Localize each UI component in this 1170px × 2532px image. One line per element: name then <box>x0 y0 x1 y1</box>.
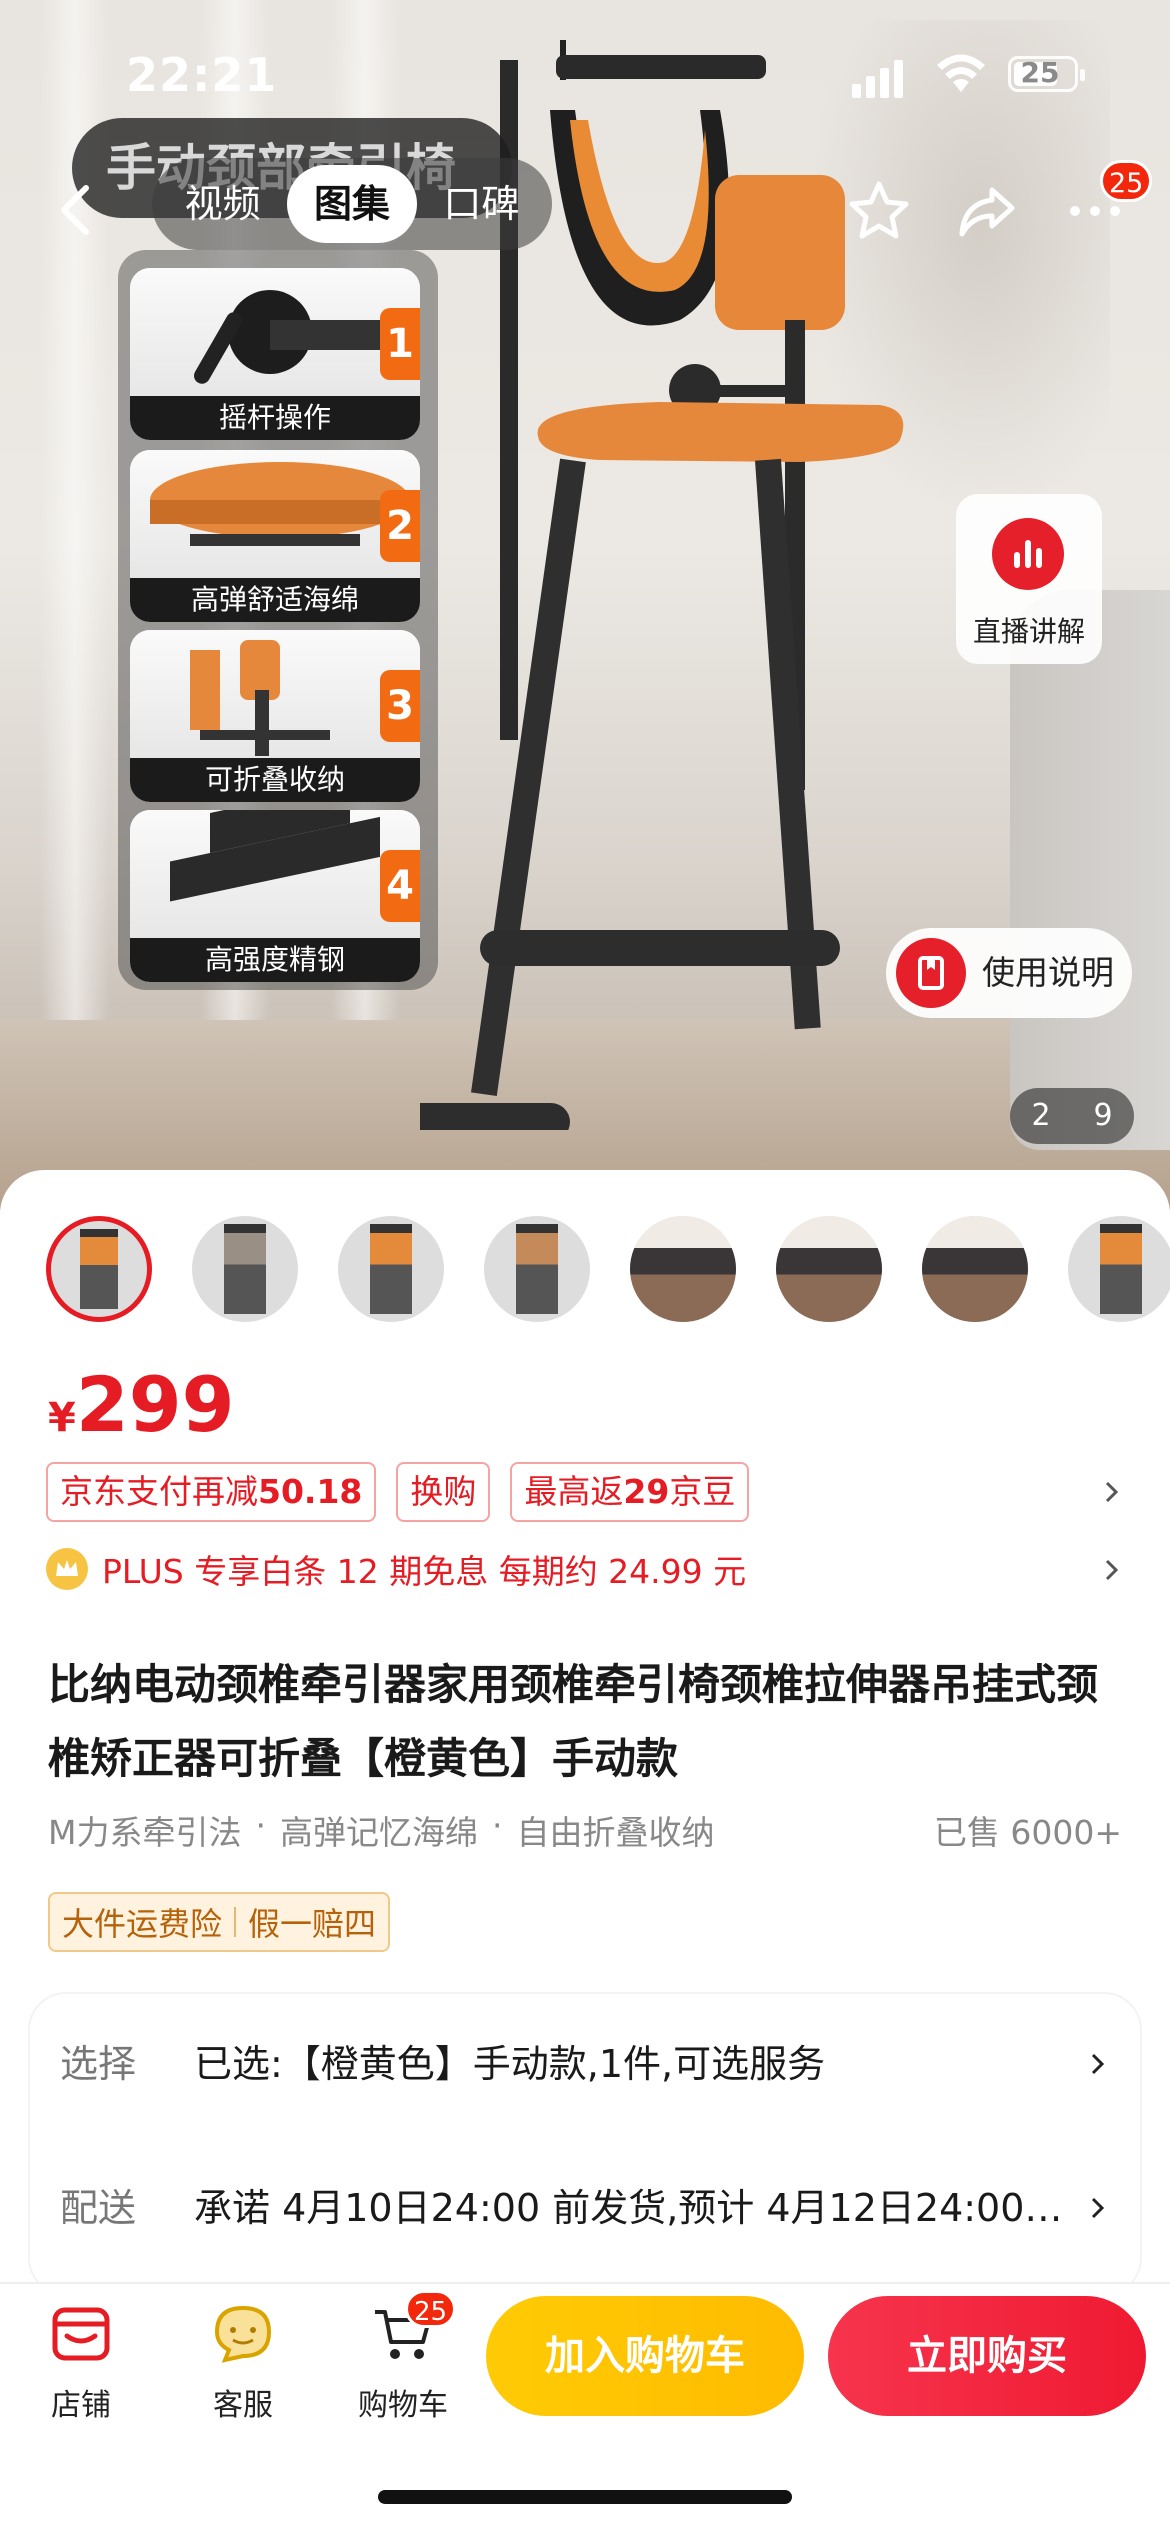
feature-label: 高弹舒适海绵 <box>130 578 420 622</box>
highlight: 自由折叠收纳 <box>516 1813 715 1852</box>
star-favorite-icon[interactable] <box>844 176 914 246</box>
live-explain-button[interactable]: 直播讲解 <box>956 494 1102 664</box>
option-value: 已选:【橙黄色】手动款,1件,可选服务 <box>194 2042 826 2086</box>
plus-installment[interactable]: PLUS 专享白条 12 期免息 每期约 24.99 元 <box>46 1540 746 1598</box>
pager-total: 9 <box>1093 1098 1113 1133</box>
share-icon[interactable] <box>952 176 1022 246</box>
variant-thumb[interactable] <box>484 1216 590 1322</box>
variant-thumb[interactable] <box>192 1216 298 1322</box>
manual-label: 使用说明 <box>982 953 1114 992</box>
variant-thumb[interactable] <box>776 1216 882 1322</box>
signal-icon <box>852 58 903 98</box>
promo-jd-pay[interactable]: 京东支付再减50.18 <box>46 1462 377 1522</box>
variant-thumb[interactable] <box>46 1216 152 1322</box>
home-indicator <box>378 2490 792 2504</box>
chevron-right-icon[interactable] <box>1100 1480 1124 1504</box>
feature-card: 4 高强度精钢 <box>130 810 420 982</box>
promo-value: 50.18 <box>258 1472 363 1511</box>
feature-label: 摇杆操作 <box>130 396 420 440</box>
cart-badge: 25 <box>405 2290 457 2328</box>
store-icon <box>52 2307 110 2361</box>
plus-text: PLUS 专享白条 12 期免息 每期约 24.99 元 <box>102 1552 747 1591</box>
promo-swap[interactable]: 换购 <box>396 1462 491 1522</box>
pager-current: 2 <box>1031 1098 1051 1133</box>
feature-image-folding <box>130 630 420 758</box>
variant-thumb[interactable] <box>1068 1216 1170 1322</box>
status-time: 22:21 <box>126 48 278 102</box>
image-pager: 2 9 <box>1010 1088 1134 1144</box>
media-tabs: 视频 图集 口碑 <box>152 158 552 250</box>
customer-service-button[interactable]: 客服 <box>178 2302 308 2424</box>
product-image-gallery[interactable]: 22:21 25 手动颈部牵引椅 视频 图集 口碑 25 <box>0 0 1170 1210</box>
feature-number: 1 <box>380 308 420 380</box>
variant-thumb[interactable] <box>922 1216 1028 1322</box>
chevron-right-icon[interactable] <box>1100 1558 1124 1582</box>
feature-label: 高强度精钢 <box>130 938 420 982</box>
manual-book-icon <box>896 938 966 1008</box>
tab-reviews[interactable]: 口碑 <box>417 165 546 243</box>
live-bars-icon <box>992 518 1064 590</box>
battery-icon: 25 <box>1008 56 1085 92</box>
feature-number: 2 <box>380 490 420 562</box>
option-key: 配送 <box>60 2186 137 2230</box>
feature-card: 2 高弹舒适海绵 <box>130 450 420 622</box>
wifi-icon <box>937 54 985 92</box>
price-currency: ¥ <box>48 1395 76 1441</box>
price-amount: 299 <box>75 1360 235 1449</box>
service-label: 客服 <box>213 2388 273 2423</box>
cart-label: 购物车 <box>358 2388 448 2423</box>
feature-label: 可折叠收纳 <box>130 758 420 802</box>
promo-bean[interactable]: 最高返29京豆 <box>510 1462 750 1522</box>
highlight: M力系牵引法 <box>48 1813 242 1852</box>
service-tags: 大件运费险 假一赔四 <box>48 1892 391 1952</box>
store-label: 店铺 <box>51 2388 111 2423</box>
delivery-row[interactable]: 配送 承诺 4月10日24:00 前发货,预计 4月12日24:00前送达 <box>30 2178 1140 2238</box>
battery-level: 25 <box>1020 56 1060 89</box>
status-bar: 22:21 25 <box>0 48 1170 108</box>
store-button[interactable]: 店铺 <box>16 2302 146 2424</box>
feature-number: 4 <box>380 850 420 922</box>
promo-text: 京东支付再减 <box>60 1472 258 1511</box>
message-badge: 25 <box>1100 160 1153 202</box>
chevron-right-icon <box>1091 2197 1105 2219</box>
feature-image-steel <box>130 810 420 938</box>
tag-fake-compensate: 假一赔四 <box>248 1905 377 1943</box>
variant-thumb[interactable] <box>338 1216 444 1322</box>
feature-image-crank <box>130 268 420 396</box>
price: ¥299 <box>48 1360 235 1449</box>
customer-service-icon <box>214 2305 272 2363</box>
highlight: 高弹记忆海绵 <box>279 1813 478 1852</box>
add-to-cart-button[interactable]: 加入购物车 <box>486 2296 804 2416</box>
tab-video[interactable]: 视频 <box>158 165 287 243</box>
crown-icon <box>46 1548 88 1590</box>
option-value: 承诺 4月10日24:00 前发货,预计 4月12日24:00前送达 <box>194 2186 1074 2230</box>
sofa <box>1010 590 1170 1150</box>
tab-gallery[interactable]: 图集 <box>287 165 417 243</box>
options-panel: 选择 已选:【橙黄色】手动款,1件,可选服务 配送 承诺 4月10日24:00 … <box>30 1994 1140 2294</box>
promo-text: 京豆 <box>669 1472 736 1511</box>
product-title: 比纳电动颈椎牵引器家用颈椎牵引椅颈椎拉伸器吊挂式颈椎矫正器可折叠【橙黄色】手动款 <box>48 1660 1099 1783</box>
live-explain-label: 直播讲解 <box>972 615 1085 648</box>
promo-text: 最高返 <box>524 1472 624 1511</box>
feature-image-cushion <box>130 450 420 578</box>
tag-freight-insurance: 大件运费险 <box>62 1905 223 1943</box>
variant-thumb[interactable] <box>630 1216 736 1322</box>
promo-value: 29 <box>623 1472 670 1511</box>
back-icon[interactable] <box>50 180 100 240</box>
variant-thumbnails <box>46 1216 1170 1322</box>
buy-now-button[interactable]: 立即购买 <box>828 2296 1146 2416</box>
manual-button[interactable]: 使用说明 <box>886 928 1132 1018</box>
sold-count: 已售 6000+ <box>933 1813 1122 1852</box>
promo-row[interactable]: 京东支付再减50.18 换购 最高返29京豆 <box>46 1462 750 1522</box>
option-key: 选择 <box>60 2042 137 2086</box>
feature-card: 1 摇杆操作 <box>130 268 420 440</box>
feature-card: 3 可折叠收纳 <box>130 630 420 802</box>
product-highlights: M力系牵引法 · 高弹记忆海绵 · 自由折叠收纳 已售 6000+ <box>48 1806 1122 1856</box>
chevron-right-icon <box>1091 2053 1105 2075</box>
select-spec-row[interactable]: 选择 已选:【橙黄色】手动款,1件,可选服务 <box>30 2034 1140 2094</box>
feature-number: 3 <box>380 670 420 742</box>
